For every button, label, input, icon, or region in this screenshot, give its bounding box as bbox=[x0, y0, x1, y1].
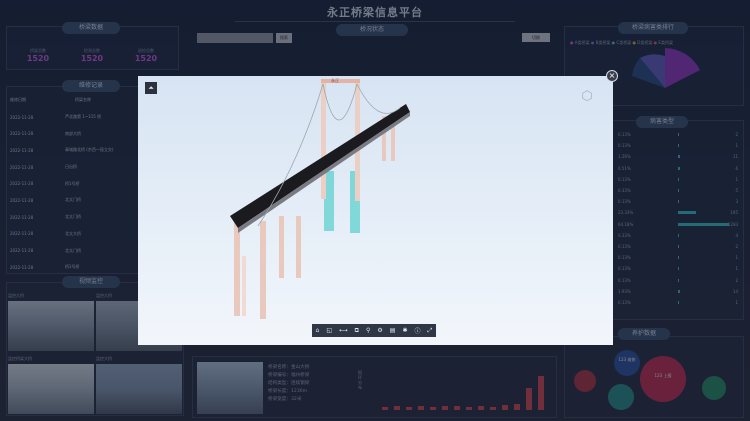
bridge-3d-model[interactable] bbox=[138, 76, 613, 345]
bridge-3d-viewer[interactable]: 永正 bbox=[138, 76, 613, 345]
info-icon[interactable]: ⓘ bbox=[415, 326, 421, 335]
structure-icon[interactable]: ⚙ bbox=[377, 327, 382, 334]
fullscreen-icon[interactable]: ⤢ bbox=[428, 327, 433, 335]
bridge-tag: 永正 bbox=[331, 78, 339, 83]
settings-icon[interactable]: ✱ bbox=[402, 327, 407, 334]
close-icon[interactable]: × bbox=[606, 70, 618, 82]
measure-icon[interactable]: ⟷ bbox=[339, 327, 348, 334]
layers-icon[interactable]: ▤ bbox=[390, 327, 396, 334]
home-icon[interactable]: ⌂ bbox=[316, 327, 320, 334]
reset-view-icon[interactable]: ⏶ bbox=[145, 82, 157, 94]
cut-icon[interactable]: ⧉ bbox=[355, 327, 359, 335]
view-icon[interactable]: ◱ bbox=[326, 327, 332, 334]
view-cube-icon[interactable]: ⬡ bbox=[578, 88, 596, 106]
viewer-toolbar: ⌂ ◱ ⟷ ⧉ ⚲ ⚙ ▤ ✱ ⓘ ⤢ bbox=[312, 324, 436, 337]
explode-icon[interactable]: ⚲ bbox=[366, 327, 370, 334]
